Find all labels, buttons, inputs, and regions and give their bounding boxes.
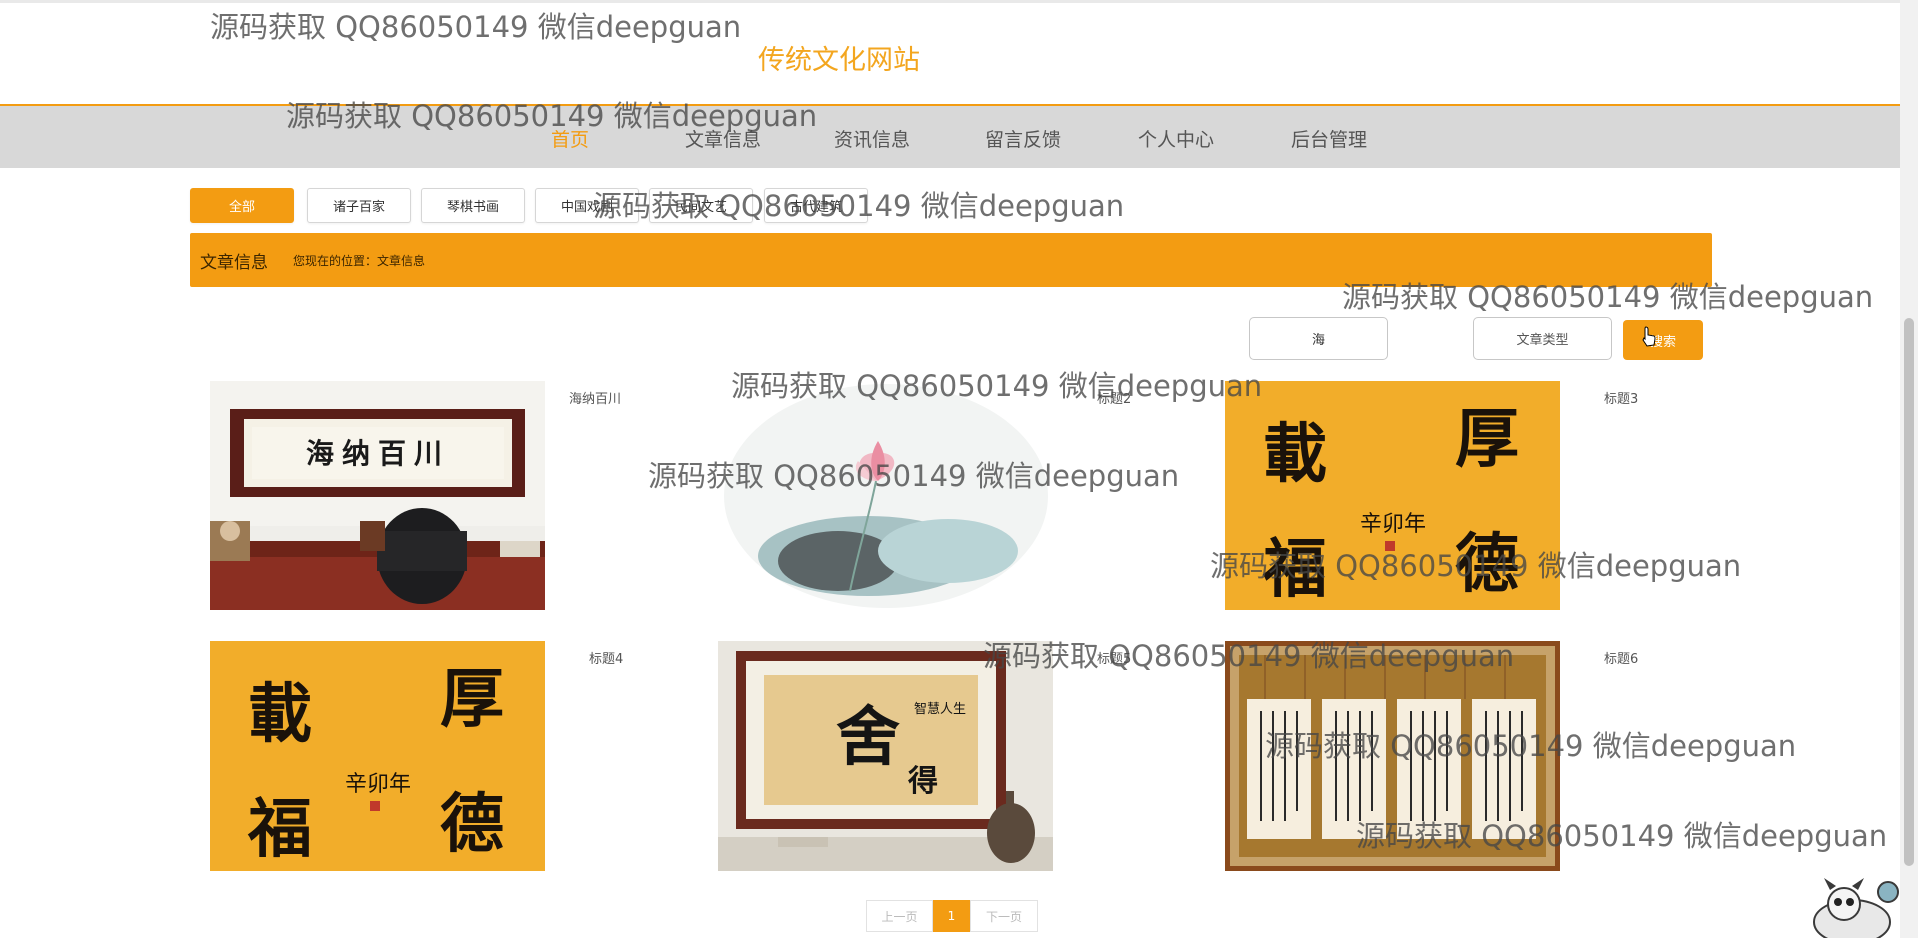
article-image[interactable] <box>1225 641 1560 871</box>
svg-text:辛卯年: 辛卯年 <box>345 772 411 797</box>
article-title[interactable]: 标题5 <box>1097 648 1131 667</box>
nav-item-feedback[interactable]: 留言反馈 <box>985 125 1061 152</box>
svg-text:智慧人生: 智慧人生 <box>914 701 966 717</box>
category-button[interactable]: 诸子百家 <box>307 188 411 223</box>
mouse-pointer-icon <box>1642 326 1656 347</box>
nav-item-articles[interactable]: 文章信息 <box>685 125 761 152</box>
category-button[interactable]: 中国戏剧 <box>535 188 639 223</box>
breadcrumb: 您现在的位置：文章信息 <box>293 254 426 268</box>
article-title[interactable]: 标题4 <box>589 648 623 667</box>
article-title[interactable]: 标题6 <box>1604 648 1638 667</box>
article-title[interactable]: 标题2 <box>1097 388 1131 407</box>
category-all-button[interactable]: 全部 <box>190 188 294 223</box>
nav-item-admin[interactable]: 后台管理 <box>1291 125 1367 152</box>
page-number-button[interactable]: 1 <box>933 900 970 932</box>
section-title: 文章信息 <box>200 253 268 273</box>
search-input[interactable] <box>1249 317 1388 360</box>
svg-text:厚: 厚 <box>440 662 504 737</box>
prev-page-button[interactable]: 上一页 <box>866 900 933 932</box>
svg-text:海纳百川: 海纳百川 <box>306 437 450 470</box>
scrollbar-thumb[interactable] <box>1904 318 1914 866</box>
svg-text:福: 福 <box>1262 532 1327 607</box>
svg-text:厚: 厚 <box>1455 402 1519 477</box>
article-image[interactable]: 海纳百川 <box>210 381 545 610</box>
category-button[interactable]: 古代建筑 <box>764 188 868 223</box>
page: 传统文化网站 首页 文章信息 资讯信息 留言反馈 个人中心 后台管理 全部 诸子… <box>0 0 1918 938</box>
nav-item-news[interactable]: 资讯信息 <box>834 125 910 152</box>
category-button[interactable]: 琴棋书画 <box>421 188 525 223</box>
svg-text:舍: 舍 <box>836 700 900 775</box>
article-title[interactable]: 海纳百川 <box>569 388 621 407</box>
article-type-select[interactable]: 文章类型 <box>1473 317 1612 360</box>
article-image[interactable]: 載 厚 福 德 辛卯年 <box>210 641 545 871</box>
mascot-icon[interactable] <box>1808 872 1900 938</box>
article-image[interactable]: 舍 得 智慧人生 <box>718 641 1053 871</box>
category-button[interactable]: 民间文艺 <box>649 188 753 223</box>
scrollbar[interactable] <box>1900 0 1918 938</box>
article-image[interactable] <box>718 381 1053 610</box>
next-page-button[interactable]: 下一页 <box>970 900 1038 932</box>
svg-text:載: 載 <box>248 677 312 752</box>
site-title: 传统文化网站 <box>758 45 920 76</box>
svg-text:德: 德 <box>440 787 504 862</box>
nav-item-home[interactable]: 首页 <box>551 125 589 152</box>
breadcrumb-bar: 文章信息 您现在的位置：文章信息 <box>190 233 1712 287</box>
svg-text:福: 福 <box>247 792 312 867</box>
search-button[interactable]: 搜索 <box>1623 320 1703 360</box>
top-divider <box>0 0 1900 3</box>
svg-text:載: 載 <box>1263 417 1327 492</box>
svg-text:辛卯年: 辛卯年 <box>1360 512 1426 537</box>
nav-item-user-center[interactable]: 个人中心 <box>1138 125 1214 152</box>
watermark: 源码获取 QQ86050149 微信deepguan <box>210 10 742 44</box>
article-title[interactable]: 标题3 <box>1604 388 1638 407</box>
main-navigation: 首页 文章信息 资讯信息 留言反馈 个人中心 后台管理 <box>0 104 1900 168</box>
svg-text:得: 得 <box>907 764 938 799</box>
article-image[interactable]: 載 厚 福 德 辛卯年 <box>1225 381 1560 610</box>
svg-text:德: 德 <box>1455 527 1519 602</box>
